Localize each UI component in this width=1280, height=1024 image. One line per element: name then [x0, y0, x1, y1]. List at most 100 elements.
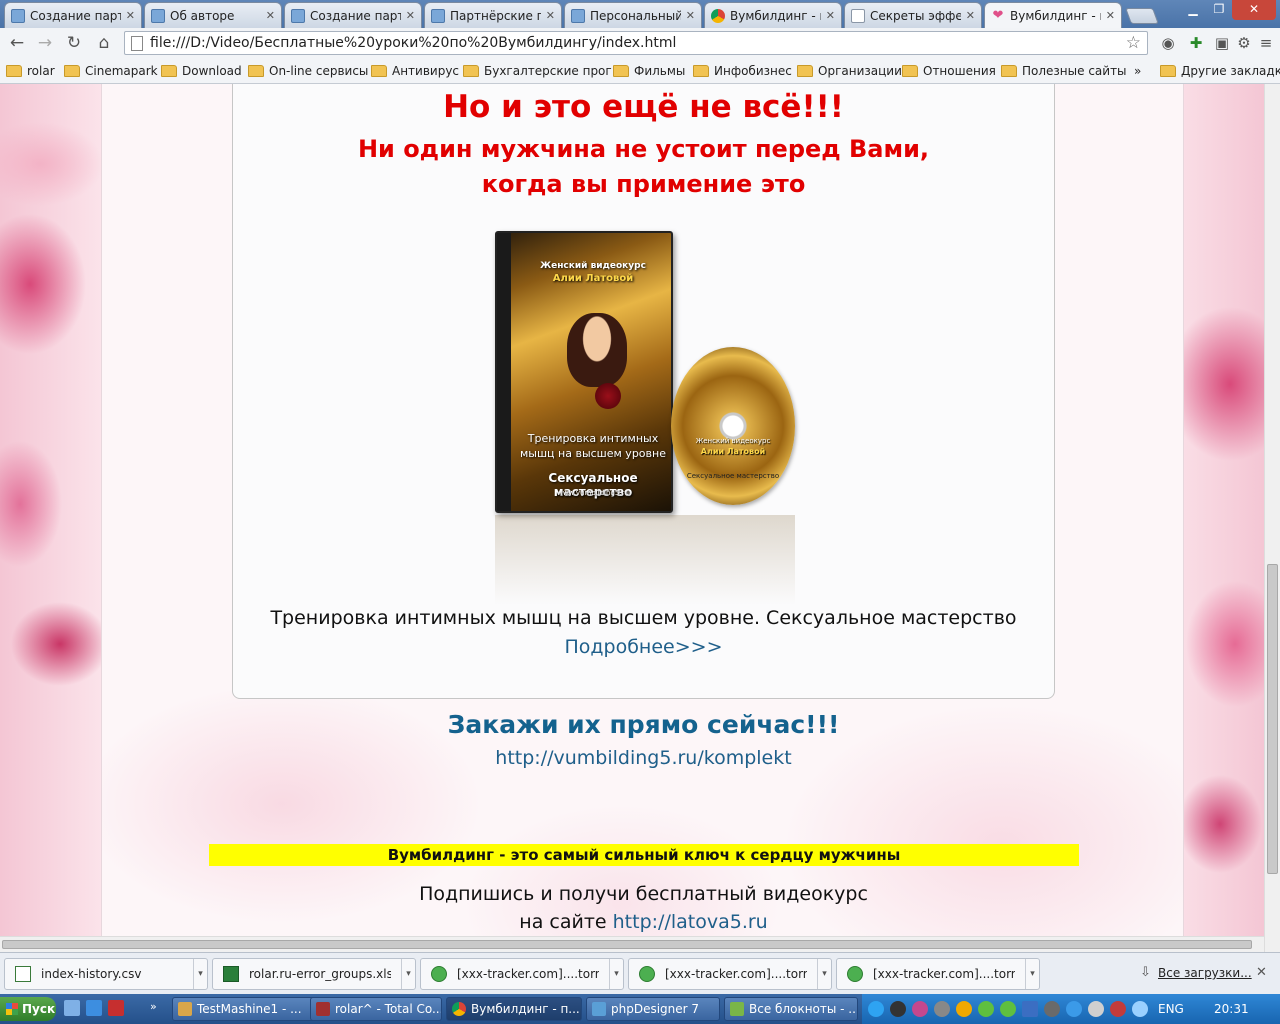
antivirus-icon[interactable] [1110, 1001, 1126, 1017]
bookmark-folder[interactable]: Отношения [902, 62, 996, 80]
browser-tab[interactable]: Создание партн ✕ [284, 2, 422, 28]
menu-icon[interactable]: ≡ [1256, 33, 1276, 53]
extension-icon[interactable]: ▣ [1212, 33, 1232, 53]
bookmark-folder[interactable]: Инфобизнес [693, 62, 792, 80]
close-tab-icon[interactable]: ✕ [406, 9, 415, 22]
bookmark-folder[interactable]: Cinemapark [64, 62, 158, 80]
download-item[interactable]: [xxx-tracker.com]....torrent ▾ [628, 958, 832, 990]
warning-icon[interactable] [956, 1001, 972, 1017]
wrench-icon[interactable] [934, 1001, 950, 1017]
app-icon[interactable] [108, 1000, 124, 1016]
chevron-down-icon[interactable]: ▾ [401, 959, 415, 989]
tab-title: Вумбилдинг - п [1010, 8, 1101, 23]
browser-tab[interactable]: Партнёрские пр ✕ [424, 2, 562, 28]
portrait-image [567, 313, 627, 387]
close-tab-icon[interactable]: ✕ [966, 9, 975, 22]
tab-title: Партнёрские пр [450, 8, 541, 23]
browser-tab[interactable]: Вумбилдинг - п ✕ [704, 2, 842, 28]
restore-icon[interactable]: ❐ [1206, 0, 1232, 20]
folder-icon [178, 1002, 192, 1016]
minimize-icon[interactable]: ▁ [1180, 0, 1206, 20]
address-bar[interactable]: file:///D:/Video/Бесплатные%20уроки%20по… [124, 31, 1148, 55]
app-icon[interactable] [86, 1000, 102, 1016]
taskbar-window[interactable]: Все блокноты - ... [724, 997, 858, 1021]
bookmark-folder[interactable]: Антивирус [371, 62, 459, 80]
utorrent-icon[interactable] [1000, 1001, 1016, 1017]
chevron-down-icon[interactable]: ▾ [193, 959, 207, 989]
desktop-icon[interactable] [64, 1000, 80, 1016]
language-indicator[interactable]: ENG [1158, 1002, 1184, 1016]
close-window-icon[interactable]: ✕ [1232, 0, 1276, 20]
bookmark-folder[interactable]: Бухгалтерские прог... [463, 62, 623, 80]
close-tab-icon[interactable]: ✕ [686, 9, 695, 22]
update-icon[interactable] [1132, 1001, 1148, 1017]
start-button[interactable]: Пуск [0, 997, 56, 1021]
speaker-icon[interactable] [1088, 1001, 1104, 1017]
chevron-down-icon[interactable]: ▾ [609, 959, 623, 989]
rose-image [595, 383, 621, 409]
close-tab-icon[interactable]: ✕ [266, 9, 275, 22]
keyboard-layout-icon[interactable] [1022, 1001, 1038, 1017]
network-icon[interactable] [1044, 1001, 1060, 1017]
spy-icon[interactable] [890, 1001, 906, 1017]
bookmarks-overflow-button[interactable]: » [1134, 62, 1141, 80]
bookmark-folder[interactable]: Полезные сайты [1001, 62, 1127, 80]
close-tab-icon[interactable]: ✕ [1106, 9, 1115, 22]
download-item[interactable]: index-history.csv ▾ [4, 958, 208, 990]
bookmark-folder[interactable]: Download [161, 62, 242, 80]
browser-tab-active[interactable]: ❤ Вумбилдинг - п ✕ [984, 2, 1122, 28]
download-name: [xxx-tracker.com]....torrent [873, 967, 1015, 981]
other-bookmarks-folder[interactable]: Другие закладки [1160, 62, 1280, 80]
scroll-thumb[interactable] [1267, 564, 1278, 874]
tools-icon[interactable]: ⚙ [1234, 33, 1254, 53]
download-item[interactable]: [xxx-tracker.com]....torrent ▾ [420, 958, 624, 990]
new-tab-button[interactable] [1125, 8, 1159, 24]
bookmark-folder[interactable]: Фильмы [613, 62, 685, 80]
close-icon[interactable]: ✕ [1256, 965, 1267, 980]
chevron-down-icon[interactable]: ▾ [817, 959, 831, 989]
skype-icon[interactable] [868, 1001, 884, 1017]
close-tab-icon[interactable]: ✕ [546, 9, 555, 22]
browser-tab[interactable]: Персональный ✕ [564, 2, 702, 28]
excel-file-icon [223, 966, 239, 982]
bookmark-star-icon[interactable]: ☆ [1126, 33, 1141, 53]
download-item[interactable]: rolar.ru-error_groups.xls ▾ [212, 958, 416, 990]
page-icon [131, 35, 143, 51]
taskbar-window-title: Вумбилдинг - п... [471, 1002, 580, 1016]
chat-icon[interactable] [1066, 1001, 1082, 1017]
horizontal-scrollbar[interactable] [0, 936, 1264, 952]
close-tab-icon[interactable]: ✕ [826, 9, 835, 22]
vertical-scrollbar[interactable] [1264, 84, 1280, 952]
pen-icon[interactable] [912, 1001, 928, 1017]
home-icon[interactable]: ⌂ [93, 33, 115, 53]
back-icon[interactable]: ← [6, 33, 28, 53]
more-link[interactable]: Подробнее>>> [233, 636, 1054, 658]
subscribe-link[interactable]: http://latova5.ru [613, 911, 768, 933]
download-name: rolar.ru-error_groups.xls [249, 967, 391, 981]
chevron-down-icon[interactable]: ▾ [1025, 959, 1039, 989]
close-tab-icon[interactable]: ✕ [126, 9, 135, 22]
subscribe-text: Подпишись и получи бесплатный видеокурс [419, 883, 868, 905]
browser-tab[interactable]: Секреты эффек ✕ [844, 2, 982, 28]
download-item[interactable]: [xxx-tracker.com]....torrent ▾ [836, 958, 1040, 990]
puzzle-icon[interactable]: ✚ [1186, 33, 1206, 53]
extension-icon[interactable]: ◉ [1158, 33, 1178, 53]
bookmark-folder[interactable]: Организации [797, 62, 902, 80]
forward-icon[interactable]: → [34, 33, 56, 53]
taskbar-window[interactable]: rolar^ - Total Co... [310, 997, 442, 1021]
tab-title: Секреты эффек [870, 8, 961, 23]
taskbar-window[interactable]: TestMashine1 - ... [172, 997, 320, 1021]
bookmark-folder[interactable]: rolar [6, 62, 55, 80]
bookmark-label: Антивирус [392, 64, 460, 78]
order-link[interactable]: http://vumbilding5.ru/komplekt [102, 747, 1185, 769]
taskbar-window-active[interactable]: Вумбилдинг - п... [446, 997, 582, 1021]
browser-tab[interactable]: Создание партн ✕ [4, 2, 142, 28]
reload-icon[interactable]: ↻ [63, 33, 85, 53]
browser-tab[interactable]: Об авторе ✕ [144, 2, 282, 28]
utorrent-icon[interactable] [978, 1001, 994, 1017]
scroll-thumb[interactable] [2, 940, 1252, 949]
all-downloads-link[interactable]: Все загрузки... [1158, 966, 1252, 980]
taskbar-window[interactable]: phpDesigner 7 [586, 997, 720, 1021]
bookmark-folder[interactable]: On-line сервисы [248, 62, 368, 80]
chevron-right-icon[interactable]: » [150, 1000, 160, 1016]
